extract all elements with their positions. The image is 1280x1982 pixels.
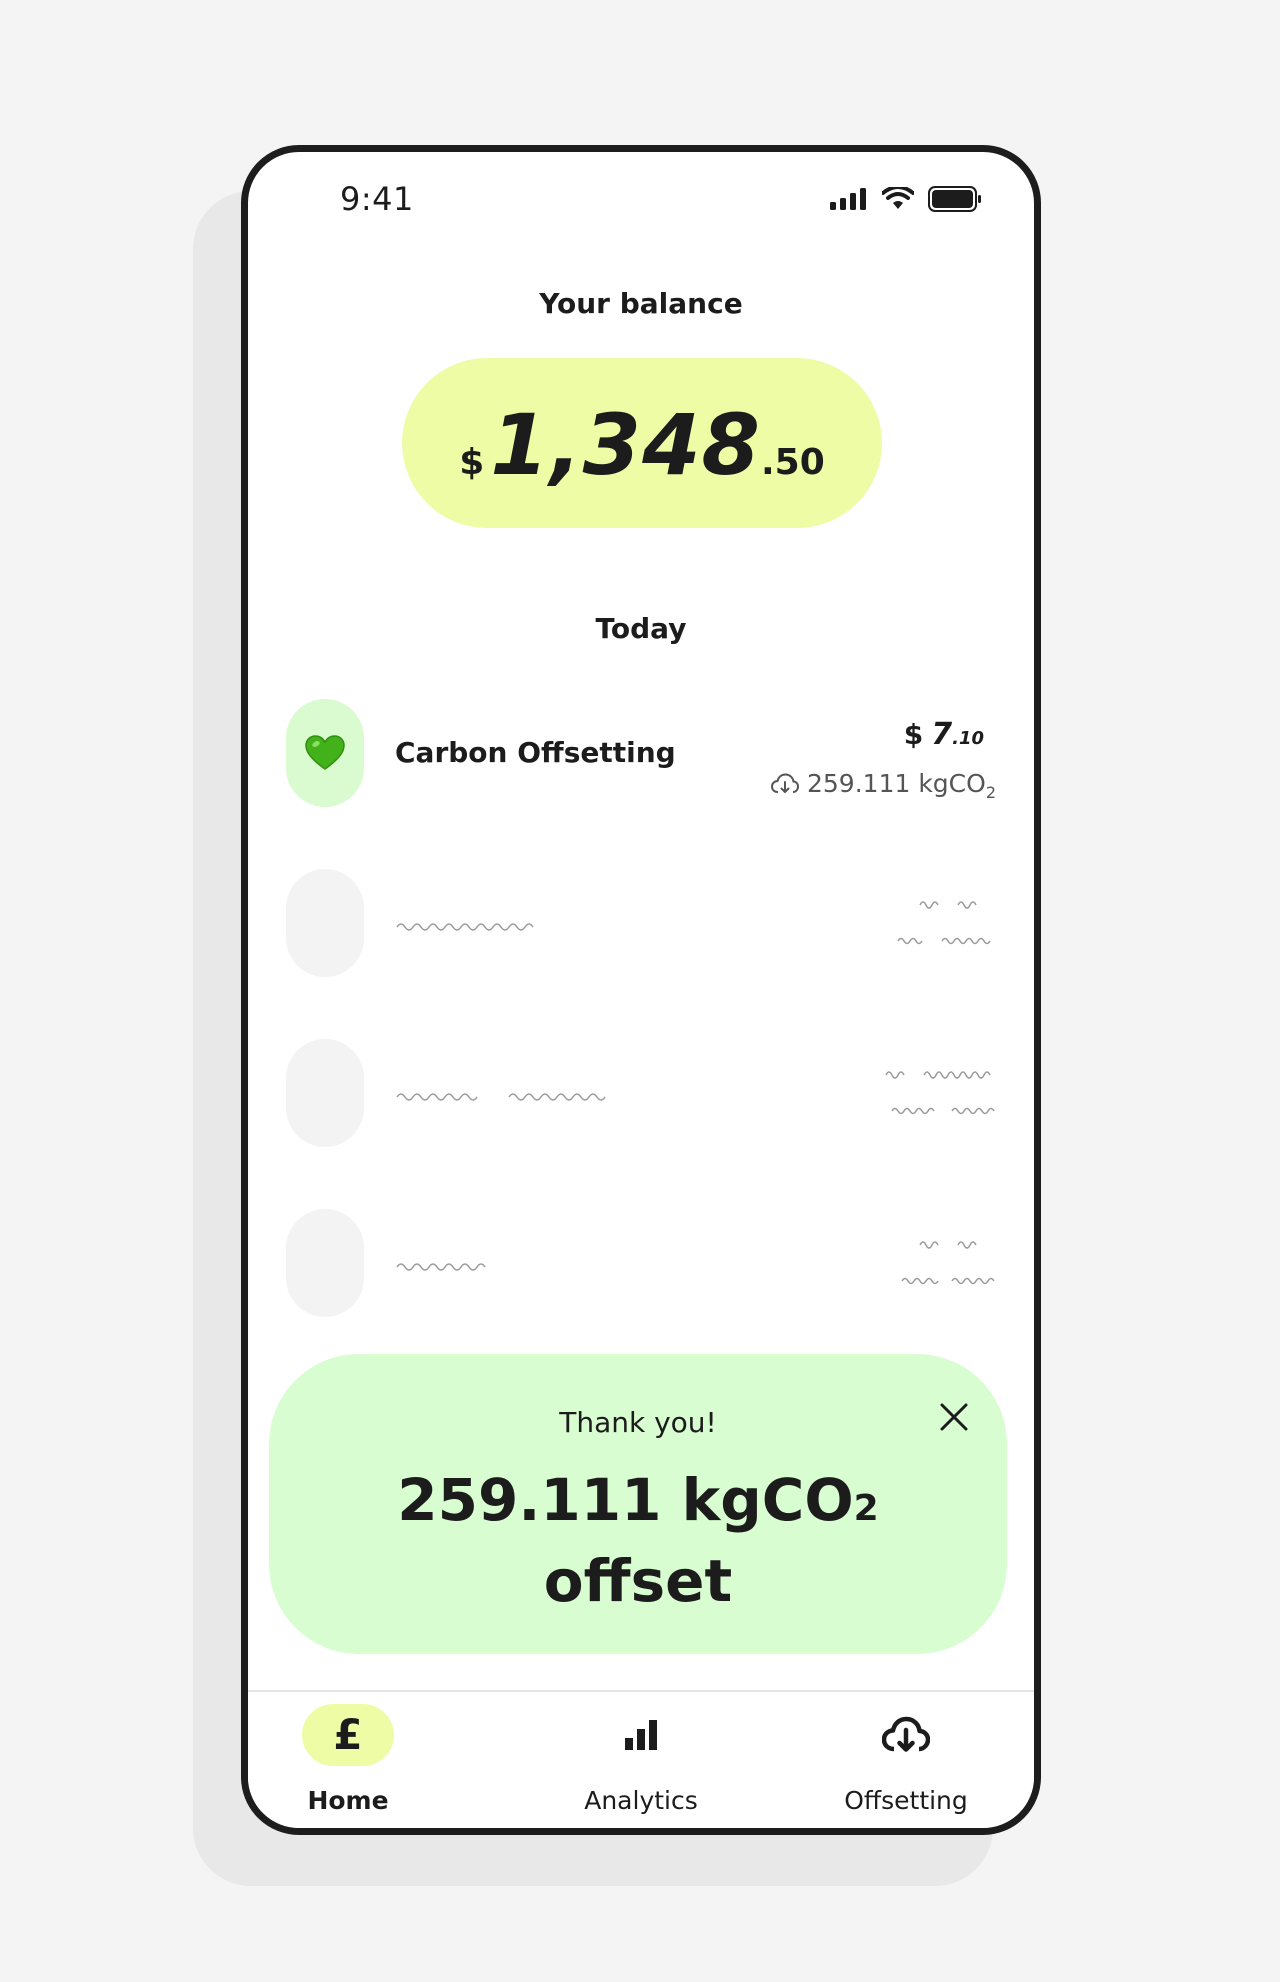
- toast-value-main: 259.111 kgCO: [397, 1466, 854, 1534]
- placeholder-sub-squiggle: [901, 1277, 995, 1285]
- placeholder-text-squiggle: [396, 1093, 606, 1101]
- status-time: 9:41: [340, 180, 414, 218]
- tab-bar: £ Home Analytics Offsetting: [248, 1690, 1034, 1828]
- transaction-row[interactable]: Carbon Offsetting $ 7 .10 259.111 kgCO2: [286, 699, 996, 807]
- placeholder-icon: [286, 1209, 364, 1317]
- placeholder-text-squiggle: [396, 1263, 486, 1271]
- toast-title: Thank you!: [559, 1406, 717, 1439]
- balance-currency: $: [459, 442, 485, 483]
- tab-analytics[interactable]: Analytics: [541, 1692, 741, 1828]
- placeholder-row: [286, 869, 996, 977]
- status-icons: [830, 184, 982, 214]
- tab-home[interactable]: £ Home: [248, 1692, 448, 1828]
- bar-chart-icon: [625, 1720, 657, 1750]
- tab-offsetting[interactable]: Offsetting: [806, 1692, 1006, 1828]
- placeholder-row: [286, 1039, 996, 1147]
- tab-home-label: Home: [307, 1786, 389, 1815]
- transaction-currency: $: [903, 718, 924, 751]
- placeholder-sub-squiggle: [897, 937, 991, 945]
- balance-pill: $ 1,348 .50: [402, 358, 882, 528]
- transaction-amount: $ 7 .10: [904, 717, 984, 752]
- transaction-amount-cents: .10: [952, 728, 984, 749]
- pound-icon: £: [333, 1710, 363, 1759]
- phone-frame: 9:41 Your balance $ 1,348 .50 Today Carb…: [241, 145, 1041, 1835]
- transaction-icon-wrap: [286, 699, 364, 807]
- placeholder-icon: [286, 869, 364, 977]
- battery-icon: [928, 186, 981, 212]
- balance-cents: .50: [760, 442, 825, 483]
- transaction-co2-text: 259.111 kgCO: [807, 769, 986, 798]
- app-screen: 9:41 Your balance $ 1,348 .50 Today Carb…: [248, 152, 1034, 1828]
- balance-amount: $ 1,348 .50: [459, 396, 825, 494]
- tab-home-icon-wrap: £: [302, 1704, 394, 1766]
- transaction-co2-sub: 2: [985, 783, 996, 802]
- balance-whole: 1,348: [490, 396, 761, 494]
- signal-icon: [830, 188, 866, 210]
- green-heart-icon: [305, 735, 345, 770]
- transaction-co2: 259.111 kgCO2: [771, 769, 996, 802]
- toast-value: 259.111 kgCO2 offset: [269, 1464, 1007, 1617]
- tab-analytics-icon-wrap: [595, 1704, 687, 1766]
- tab-offsetting-icon-wrap: [860, 1704, 952, 1766]
- placeholder-sub-squiggle: [891, 1107, 995, 1115]
- placeholder-amount-squiggle: [919, 901, 977, 909]
- toast-value-sub: 2: [853, 1488, 879, 1529]
- transaction-amount-whole: 7: [931, 717, 953, 752]
- balance-label: Your balance: [539, 287, 743, 320]
- toast-value-suffix: offset: [543, 1547, 733, 1615]
- tab-analytics-label: Analytics: [584, 1786, 698, 1815]
- cloud-download-icon: [882, 1716, 930, 1752]
- transaction-co2-value: 259.111 kgCO2: [807, 769, 996, 802]
- tab-offsetting-label: Offsetting: [844, 1786, 968, 1815]
- placeholder-row: [286, 1209, 996, 1317]
- section-label-today: Today: [595, 612, 687, 645]
- transaction-name: Carbon Offsetting: [395, 736, 676, 769]
- placeholder-amount-squiggle: [885, 1071, 991, 1079]
- offset-toast: Thank you! 259.111 kgCO2 offset: [269, 1354, 1007, 1654]
- cloud-download-icon: [771, 772, 799, 793]
- placeholder-icon: [286, 1039, 364, 1147]
- placeholder-amount-squiggle: [919, 1241, 977, 1249]
- wifi-icon: [882, 187, 914, 209]
- placeholder-text-squiggle: [396, 923, 534, 931]
